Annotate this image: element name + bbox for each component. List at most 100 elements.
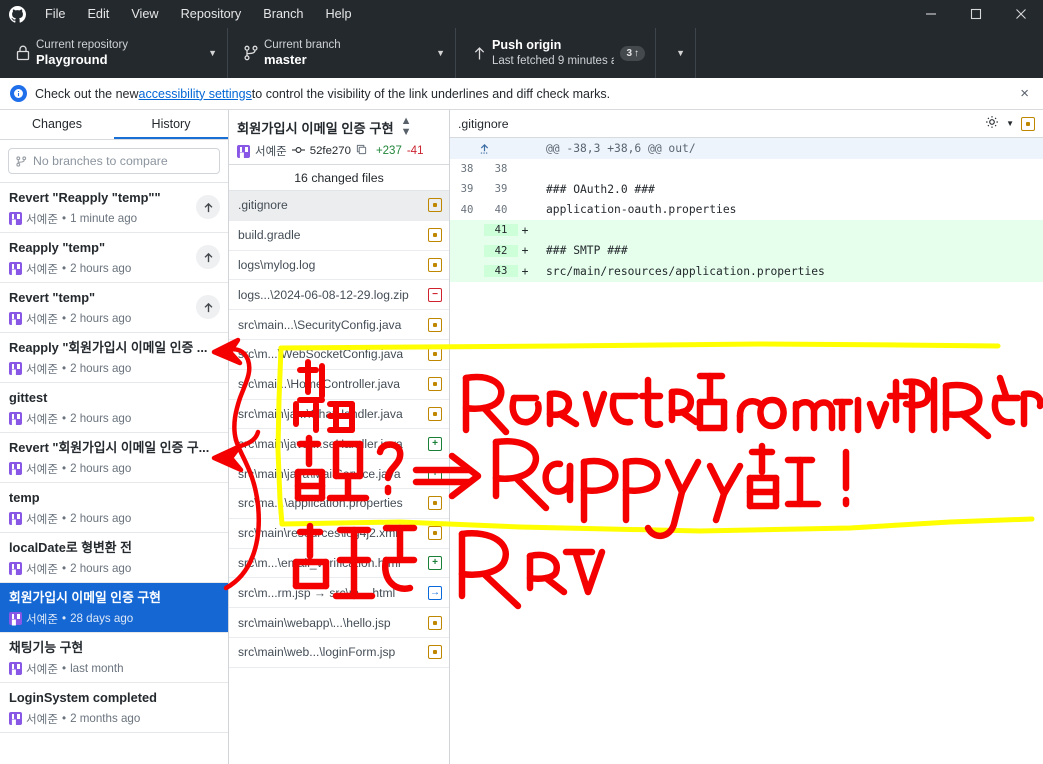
commit-item-title: Reapply "회원가입시 이메일 인증 ...: [9, 340, 208, 355]
file-path: build.gradle: [238, 228, 301, 243]
banner-close-icon[interactable]: ×: [1016, 85, 1033, 102]
commit-item-author: 서예준: [26, 712, 58, 726]
commit-list-item[interactable]: Revert "회원가입시 이메일 인증 구... 서예준 • 2 hours ago: [0, 433, 228, 483]
accessibility-banner: Check out the new accessibility settings…: [0, 78, 1043, 110]
push-label: Push origin: [492, 37, 562, 52]
diff-hunk-header[interactable]: @@ -38,3 +38,6 @@ out/: [450, 138, 1043, 159]
changed-file-row[interactable]: logs\mylog.log: [229, 251, 449, 281]
commit-item-meta: 서예준 • last month: [9, 661, 220, 677]
changed-file-row[interactable]: src\main\webapp\...\hello.jsp: [229, 608, 449, 638]
menu-help[interactable]: Help: [314, 3, 362, 25]
gear-icon[interactable]: [985, 115, 999, 132]
menu-file[interactable]: File: [34, 3, 76, 25]
changed-file-row[interactable]: src\main\java\MailService.java +: [229, 459, 449, 489]
maximize-button[interactable]: [953, 0, 998, 28]
branch-compare-input[interactable]: No branches to compare: [8, 148, 220, 174]
current-branch-button[interactable]: Current branch master ▼: [228, 28, 456, 78]
changed-file-row[interactable]: src\m...\email_verification.html +: [229, 549, 449, 579]
changed-file-list[interactable]: .gitignore build.gradle logs\mylog.log logs…: [229, 191, 449, 764]
changed-file-row[interactable]: .gitignore: [229, 191, 449, 221]
diff-header-actions: ▼: [985, 115, 1035, 132]
commit-item-time: 2 hours ago: [70, 462, 132, 476]
diff-line[interactable]: 39 39 ### OAuth2.0 ###: [450, 179, 1043, 200]
diff-line[interactable]: 40 40 application-oauth.properties: [450, 200, 1043, 221]
commit-item-title: temp: [9, 490, 40, 505]
undo-commit-button[interactable]: [196, 195, 220, 219]
close-button[interactable]: [998, 0, 1043, 28]
commit-item-time: 1 minute ago: [70, 212, 138, 226]
tab-history[interactable]: History: [114, 110, 228, 139]
avatar: [237, 144, 250, 158]
diff-line[interactable]: 43 + src/main/resources/application.proper…: [450, 261, 1043, 282]
commit-item-time: last month: [70, 662, 124, 676]
file-status-mod-icon: [428, 347, 442, 362]
changed-file-row[interactable]: src\main\web...\loginForm.jsp: [229, 638, 449, 668]
chevron-down-icon[interactable]: ▼: [1006, 119, 1014, 128]
changed-file-row[interactable]: src\main\java\...seHandler.java +: [229, 429, 449, 460]
github-logo-icon: [0, 5, 34, 23]
file-status-add-icon: +: [428, 466, 442, 481]
diff-content[interactable]: @@ -38,3 +38,6 @@ out/38 38 39 39 ### OAuth2…: [450, 138, 1043, 764]
changed-file-row[interactable]: src\mai...\HomeController.java: [229, 370, 449, 400]
github-desktop-window: File Edit View Repository Branch Help Cu…: [0, 0, 1043, 764]
commit-list-item[interactable]: Revert "Reapply "temp"" 서예준 • 1 minute ago: [0, 183, 228, 233]
file-path: src\main\webapp\...\hello.jsp: [238, 615, 391, 630]
undo-commit-button[interactable]: [196, 295, 220, 319]
changed-file-row[interactable]: src\main...\SecurityConfig.java: [229, 310, 449, 340]
changed-file-row[interactable]: src\m...\WebSocketConfig.java: [229, 340, 449, 370]
diff-line[interactable]: 41 +: [450, 220, 1043, 241]
branch-compare-placeholder: No branches to compare: [33, 154, 168, 168]
commit-list-item[interactable]: LoginSystem completed 서예준 • 2 months ago: [0, 683, 228, 733]
menu-edit[interactable]: Edit: [76, 3, 120, 25]
file-path: src\main...\SecurityConfig.java: [238, 317, 402, 332]
commit-list-item[interactable]: gittest 서예준 • 2 hours ago: [0, 383, 228, 433]
expand-collapse-icon[interactable]: ▲ ▼: [401, 116, 412, 138]
repo-value: Playground: [36, 52, 108, 68]
push-dropdown-button[interactable]: ▼: [656, 28, 696, 78]
diff-line-text: application-oauth.properties: [546, 203, 737, 217]
commit-list-item[interactable]: Reapply "temp" 서예준 • 2 hours ago: [0, 233, 228, 283]
diff-line[interactable]: 38 38: [450, 159, 1043, 180]
commit-list-item[interactable]: temp 서예준 • 2 hours ago: [0, 483, 228, 533]
commit-item-time: 28 days ago: [70, 612, 134, 626]
changed-file-row[interactable]: src\main\ja...\ChatHandler.java: [229, 400, 449, 430]
commit-item-time: 2 hours ago: [70, 562, 132, 576]
commit-item-meta: 서예준 • 2 months ago: [9, 711, 220, 727]
toolbar: Current repository Playground ▼ Current …: [0, 28, 1043, 78]
copy-icon[interactable]: [356, 144, 367, 158]
commit-sha[interactable]: 52fe270: [310, 145, 351, 157]
changed-file-row[interactable]: build.gradle: [229, 221, 449, 251]
undo-commit-button[interactable]: [196, 245, 220, 269]
changed-file-row[interactable]: src\m...rm.jsp → src\m....html →: [229, 578, 449, 609]
commit-list[interactable]: Revert "Reapply "temp"" 서예준 • 1 minute ago R…: [0, 182, 228, 764]
push-origin-button[interactable]: Push origin Last fetched 9 minutes ago 3…: [456, 28, 656, 78]
accessibility-settings-link[interactable]: accessibility settings: [139, 87, 252, 101]
diff-line-text: ### OAuth2.0 ###: [546, 182, 655, 196]
changed-file-row[interactable]: logs...\2024-06-08-12-29.log.zip −: [229, 280, 449, 311]
push-count-badge: 3 ↑: [620, 45, 645, 61]
changed-file-row[interactable]: src\main\resources\log4j2.xml: [229, 519, 449, 549]
menu-bar: File Edit View Repository Branch Help: [0, 0, 1043, 28]
expand-up-icon[interactable]: [450, 143, 518, 154]
diff-line[interactable]: 42 + ### SMTP ###: [450, 240, 1043, 261]
menu-repository[interactable]: Repository: [170, 3, 253, 25]
current-repository-button[interactable]: Current repository Playground ▼: [0, 28, 228, 78]
menu-branch[interactable]: Branch: [252, 3, 314, 25]
commit-item-meta: 서예준 • 2 hours ago: [9, 361, 220, 377]
bullet-separator: •: [62, 262, 67, 276]
commit-item-time: 2 hours ago: [70, 362, 132, 376]
commit-item-meta: 서예준 • 2 hours ago: [9, 561, 220, 577]
commit-list-item[interactable]: 회원가입시 이메일 인증 구현 서예준 • 28 days ago: [0, 583, 228, 633]
commit-list-item[interactable]: Revert "temp" 서예준 • 2 hours ago: [0, 283, 228, 333]
bullet-separator: •: [62, 212, 67, 226]
minimize-button[interactable]: [908, 0, 953, 28]
tab-changes[interactable]: Changes: [0, 110, 114, 139]
menu-view[interactable]: View: [120, 3, 169, 25]
commit-list-item[interactable]: localDate로 형변환 전 서예준 • 2 hours ago: [0, 533, 228, 583]
branch-icon: [16, 155, 27, 167]
commit-list-item[interactable]: Reapply "회원가입시 이메일 인증 ... 서예준 • 2 hours ago: [0, 333, 228, 383]
changed-file-row[interactable]: src\ma...\application.properties: [229, 489, 449, 519]
avatar: [9, 212, 22, 226]
commit-list-item[interactable]: 채팅기능 구현 서예준 • last month: [0, 633, 228, 683]
diff-line-text: ### SMTP ###: [546, 244, 628, 258]
